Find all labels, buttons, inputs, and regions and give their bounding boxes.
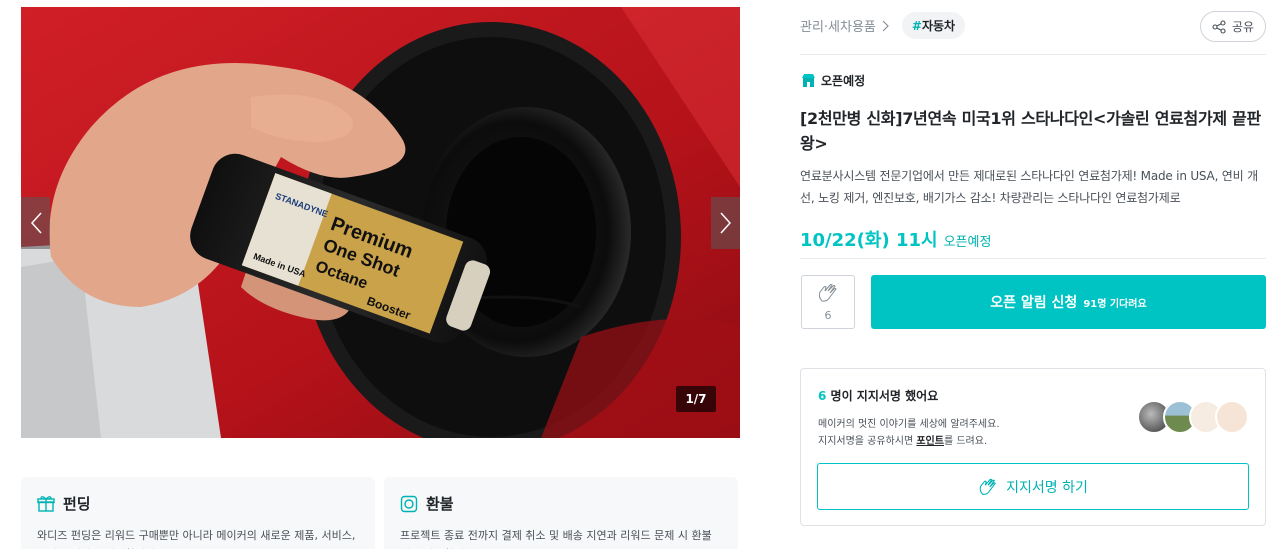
- project-title: [2천만병 신화]7년연속 미국1위 스타나다인<가솔린 연료첨가제 끝판왕>: [800, 109, 1261, 153]
- product-photo: Premium One Shot Octane STANADYNE Made i…: [21, 7, 740, 438]
- share-icon: [1212, 19, 1226, 34]
- funding-info-card[interactable]: 펀딩 와디즈 펀딩은 리워드 구매뿐만 아니라 메이커의 새로운 제품, 서비스…: [21, 477, 375, 549]
- share-label: 공유: [1231, 20, 1255, 34]
- store-icon: [802, 74, 815, 87]
- breadcrumb: 관리·세차용품 #자동차: [800, 12, 966, 39]
- project-status: 오픈예정: [801, 72, 865, 89]
- status-label: 오픈예정: [821, 74, 866, 88]
- gallery-next-button[interactable]: [711, 197, 740, 249]
- supporter-avatars: [1137, 400, 1249, 434]
- chevron-right-icon: [719, 212, 731, 234]
- notify-label: 오픈 알림 신청: [990, 295, 1078, 311]
- sign-support-label: 지지서명 하기: [1006, 479, 1088, 496]
- notify-waiting-count: 91명 기다려요: [1083, 298, 1147, 310]
- tag-label: 자동차: [921, 19, 956, 33]
- avatar[interactable]: [1215, 400, 1249, 434]
- refund-info-card[interactable]: 환불 프로젝트 종료 전까지 결제 취소 및 배송 지연과 리워드 문제 시 환…: [384, 477, 738, 549]
- funding-card-title: 펀딩: [63, 495, 91, 513]
- funding-card-header: 펀딩: [37, 493, 359, 514]
- cheer-button[interactable]: 6: [801, 275, 855, 329]
- open-date-label: 오픈예정: [943, 235, 992, 250]
- support-title: 6 명이 지지서명 했어요: [818, 387, 938, 404]
- open-date-value: 10/22(화) 11시: [800, 230, 938, 251]
- support-desc-2: 지지서명을 공유하시면 포인트를 드려요.: [818, 432, 987, 447]
- support-signature-box: 6 명이 지지서명 했어요 메이커의 멋진 이야기를 세상에 알려주세요. 지지…: [800, 368, 1266, 526]
- clap-icon: [818, 282, 837, 302]
- refund-card-title: 환불: [426, 495, 454, 513]
- support-desc-1: 메이커의 멋진 이야기를 세상에 알려주세요.: [818, 419, 1000, 430]
- open-notify-button[interactable]: 오픈 알림 신청 91명 기다려요: [871, 275, 1266, 329]
- open-date: 10/22(화) 11시 오픈예정: [800, 226, 991, 252]
- project-description: 연료분사시스템 전문기업에서 만든 제대로된 스타나다인 연료첨가제! Made…: [800, 169, 1258, 205]
- sign-support-button[interactable]: 지지서명 하기: [817, 463, 1249, 510]
- breadcrumb-category[interactable]: 관리·세차용품: [800, 16, 876, 35]
- support-count: 6: [818, 389, 827, 403]
- share-button[interactable]: 공유: [1200, 11, 1266, 42]
- point-link[interactable]: 포인트: [916, 436, 944, 447]
- chevron-right-icon: [882, 20, 889, 31]
- refund-icon: [400, 495, 418, 512]
- gallery-prev-button[interactable]: [21, 197, 50, 249]
- refund-card-header: 환불: [400, 493, 722, 514]
- gallery-counter: 1/7: [676, 386, 716, 412]
- chevron-left-icon: [30, 212, 42, 234]
- header-divider: [800, 54, 1266, 55]
- tag-hash: #: [911, 19, 922, 33]
- funding-card-body: 와디즈 펀딩은 리워드 구매뿐만 아니라 메이커의 새로운 제품, 서비스, 콘…: [37, 529, 356, 549]
- support-desc-2-post: 를 드려요.: [943, 436, 988, 447]
- refund-card-body: 프로젝트 종료 전까지 결제 취소 및 배송 지연과 리워드 문제 시 환불 신…: [400, 529, 712, 549]
- cheer-count: 6: [824, 308, 832, 322]
- product-image-gallery[interactable]: Premium One Shot Octane STANADYNE Made i…: [21, 7, 740, 438]
- category-tag[interactable]: #자동차: [901, 12, 966, 39]
- support-title-text: 명이 지지서명 했어요: [830, 389, 939, 403]
- mid-divider: [800, 258, 1266, 259]
- gift-icon: [37, 495, 55, 512]
- clap-icon: [979, 478, 997, 495]
- support-desc-2-pre: 지지서명을 공유하시면: [818, 436, 917, 447]
